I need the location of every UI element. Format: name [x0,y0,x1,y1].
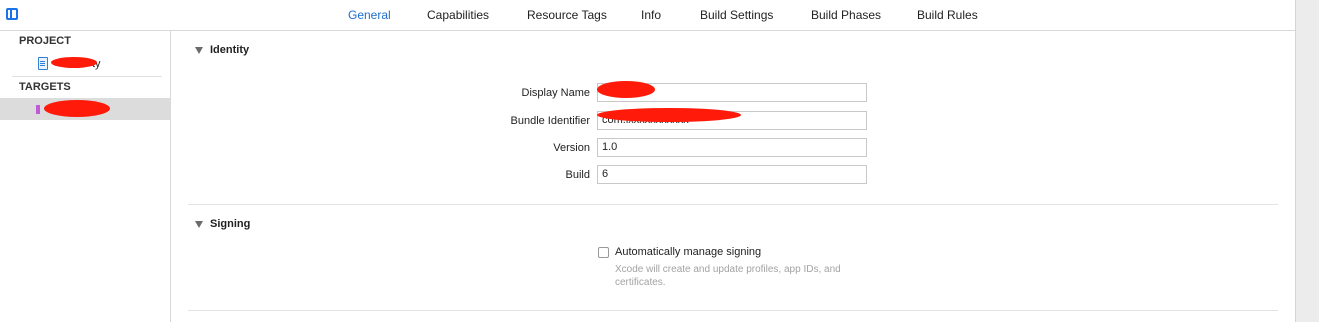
redaction-mark [597,108,741,122]
tab-build-phases[interactable]: Build Phases [811,8,881,22]
sidebar-divider [12,76,162,77]
identity-section-title: Identity [210,44,250,56]
project-section-header: PROJECT [19,35,71,47]
sidebar-toggle-icon[interactable] [6,8,18,20]
redaction-mark [597,81,655,98]
auto-manage-signing-checkbox[interactable] [598,247,609,258]
redaction-mark [44,100,110,117]
tab-general[interactable]: General [348,8,391,22]
app-target-icon [36,105,40,114]
section-divider [188,204,1278,205]
auto-manage-signing-hint: Xcode will create and update profiles, a… [615,264,841,288]
section-divider [188,310,1278,311]
tab-build-rules[interactable]: Build Rules [917,8,978,22]
project-target-sidebar: PROJECT ty TARGETS [0,31,171,322]
project-item[interactable]: ty [38,56,158,72]
tab-info[interactable]: Info [641,8,661,22]
auto-manage-signing-label[interactable]: Automatically manage signing [615,246,761,258]
version-field[interactable]: 1.0 [597,138,867,157]
inspector-edge [1295,0,1319,322]
targets-section-header: TARGETS [19,81,71,93]
target-item-selected[interactable] [0,98,170,120]
tab-capabilities[interactable]: Capabilities [427,8,489,22]
build-field[interactable]: 6 [597,165,867,184]
general-settings-pane: Identity Display Name Bundle Identifier … [171,31,1295,322]
signing-disclosure-triangle-icon[interactable] [195,221,203,228]
editor-tab-bar: General Capabilities Resource Tags Info … [0,0,1295,31]
redaction-mark [51,57,97,68]
project-file-icon [38,57,48,70]
tab-build-settings[interactable]: Build Settings [700,8,773,22]
bundle-identifier-label: Bundle Identifier [510,115,591,127]
identity-disclosure-triangle-icon[interactable] [195,47,203,54]
build-label: Build [565,169,590,181]
signing-section-title: Signing [210,218,251,230]
tab-resource-tags[interactable]: Resource Tags [527,8,607,22]
version-label: Version [553,142,590,154]
display-name-label: Display Name [521,87,590,99]
